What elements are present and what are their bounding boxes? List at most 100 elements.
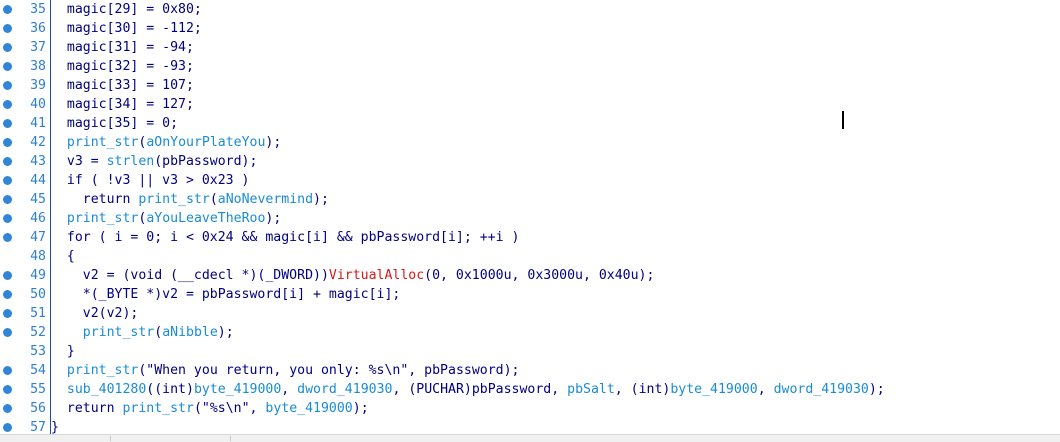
code-line[interactable]: magic[34] = 127;	[51, 95, 194, 114]
gutter-line[interactable]: 50	[0, 285, 50, 304]
gutter-line[interactable]: 55	[0, 380, 50, 399]
gutter-line[interactable]: 51	[0, 304, 50, 323]
line-number: 55	[30, 382, 46, 397]
gutter-line[interactable]: 45	[0, 190, 50, 209]
symbol-token[interactable]: print_str	[67, 363, 138, 378]
code-line[interactable]: v3 = strlen(pbPassword);	[51, 152, 258, 171]
code-line[interactable]: print_str("When you return, you only: %s…	[51, 361, 520, 380]
symbol-token[interactable]: byte_419000	[265, 401, 352, 416]
gutter-line[interactable]: 46	[0, 209, 50, 228]
code-line[interactable]: sub_401280((int)byte_419000, dword_41903…	[51, 380, 885, 399]
code-line[interactable]: for ( i = 0; i < 0x24 && magic[i] && pbP…	[51, 228, 520, 247]
breakpoint-dot-icon[interactable]	[3, 62, 12, 71]
code-line[interactable]: return print_str("%s\n", byte_419000);	[51, 399, 369, 418]
gutter-line[interactable]: 44	[0, 171, 50, 190]
breakpoint-dot-icon[interactable]	[3, 290, 12, 299]
code-area[interactable]: magic[29] = 0x80; magic[30] = -112; magi…	[51, 0, 1060, 435]
code-token: v2(v2);	[51, 306, 139, 321]
line-number-gutter[interactable]: 35 36 37 38 39 40 41 42 43 44 45 46 47 48 49 50 51 52 53 54…	[0, 0, 50, 435]
gutter-line[interactable]: 48	[0, 247, 50, 266]
breakpoint-dot-icon[interactable]	[3, 366, 12, 375]
code-line[interactable]: magic[32] = -93;	[51, 57, 194, 76]
symbol-token[interactable]: aNoNevermind	[218, 192, 313, 207]
code-line[interactable]: magic[31] = -94;	[51, 38, 194, 57]
code-line[interactable]: magic[30] = -112;	[51, 19, 202, 38]
symbol-token[interactable]: print_str	[138, 192, 209, 207]
gutter-line[interactable]: 54	[0, 361, 50, 380]
symbol-token[interactable]: print_str	[122, 401, 193, 416]
breakpoint-dot-icon[interactable]	[3, 328, 12, 337]
breakpoint-dot-icon[interactable]	[3, 81, 12, 90]
breakpoint-dot-icon[interactable]	[3, 385, 12, 394]
breakpoint-dot-icon[interactable]	[3, 138, 12, 147]
code-line[interactable]: {	[51, 247, 75, 266]
line-number: 41	[30, 116, 46, 131]
breakpoint-dot-icon[interactable]	[3, 404, 12, 413]
gutter-line[interactable]: 36	[0, 19, 50, 38]
line-number: 42	[30, 135, 46, 150]
code-line[interactable]: print_str(aYouLeaveTheRoo);	[51, 209, 281, 228]
code-token: , (int)	[614, 382, 671, 397]
symbol-token[interactable]: byte_419000	[194, 382, 281, 397]
gutter-line[interactable]: 53	[0, 342, 50, 361]
gutter-line[interactable]: 56	[0, 399, 50, 418]
code-token: , (PUCHAR)pbPassword,	[392, 382, 568, 397]
symbol-token[interactable]: aOnYourPlateYou	[146, 135, 265, 150]
gutter-line[interactable]: 52	[0, 323, 50, 342]
symbol-token[interactable]: strlen	[107, 154, 155, 169]
code-token: magic[32] = -93;	[51, 59, 194, 74]
code-token: ,	[281, 382, 298, 397]
symbol-token[interactable]: aNibble	[162, 325, 218, 340]
gutter-line[interactable]: 39	[0, 76, 50, 95]
code-line[interactable]: magic[29] = 0x80;	[51, 0, 202, 19]
code-line[interactable]: }	[51, 342, 75, 361]
breakpoint-dot-icon[interactable]	[3, 119, 12, 128]
code-line[interactable]: *(_BYTE *)v2 = pbPassword[i] + magic[i];	[51, 285, 401, 304]
gutter-line[interactable]: 41	[0, 114, 50, 133]
line-number: 48	[30, 249, 46, 264]
breakpoint-dot-icon[interactable]	[3, 309, 12, 318]
code-line[interactable]: print_str(aOnYourPlateYou);	[51, 133, 281, 152]
breakpoint-dot-icon[interactable]	[3, 195, 12, 204]
code-line[interactable]: return print_str(aNoNevermind);	[51, 190, 329, 209]
api-call-token[interactable]: VirtualAlloc	[329, 268, 424, 283]
symbol-token[interactable]: aYouLeaveTheRoo	[146, 211, 265, 226]
symbol-token[interactable]: print_str	[83, 325, 154, 340]
breakpoint-dot-icon[interactable]	[3, 176, 12, 185]
breakpoint-dot-icon[interactable]	[3, 271, 12, 280]
code-line[interactable]: magic[35] = 0;	[51, 114, 178, 133]
gutter-line[interactable]: 43	[0, 152, 50, 171]
code-line[interactable]: v2(v2);	[51, 304, 139, 323]
symbol-token[interactable]: sub_401280	[67, 382, 146, 397]
gutter-line[interactable]: 49	[0, 266, 50, 285]
symbol-token[interactable]: pbSalt	[567, 382, 615, 397]
code-line[interactable]: print_str(aNibble);	[51, 323, 234, 342]
line-number: 35	[30, 2, 46, 17]
breakpoint-dot-icon[interactable]	[3, 43, 12, 52]
gutter-line[interactable]: 47	[0, 228, 50, 247]
symbol-token[interactable]: dword_419030	[297, 382, 392, 397]
gutter-line[interactable]: 35	[0, 0, 50, 19]
symbol-token[interactable]: dword_419030	[774, 382, 869, 397]
breakpoint-dot-icon[interactable]	[3, 100, 12, 109]
breakpoint-dot-icon[interactable]	[3, 233, 12, 242]
gutter-line[interactable]: 40	[0, 95, 50, 114]
code-line[interactable]: magic[33] = 107;	[51, 76, 194, 95]
breakpoint-dot-icon[interactable]	[3, 5, 12, 14]
symbol-token[interactable]: print_str	[67, 211, 138, 226]
code-line[interactable]: v2 = (void (__cdecl *)(_DWORD))VirtualAl…	[51, 266, 655, 285]
code-token: magic[33] = 107;	[51, 78, 194, 93]
code-line[interactable]: if ( !v3 || v3 > 0x23 )	[51, 171, 250, 190]
gutter-line[interactable]: 42	[0, 133, 50, 152]
symbol-token[interactable]: print_str	[67, 135, 138, 150]
breakpoint-dot-icon[interactable]	[3, 24, 12, 33]
breakpoint-dot-icon[interactable]	[3, 423, 12, 432]
gutter-line[interactable]: 37	[0, 38, 50, 57]
breakpoint-dot-icon[interactable]	[3, 214, 12, 223]
line-number: 39	[30, 78, 46, 93]
breakpoint-dot-icon[interactable]	[3, 157, 12, 166]
symbol-token[interactable]: byte_419000	[670, 382, 757, 397]
code-token: magic[30] = -112;	[51, 21, 202, 36]
pseudocode-editor[interactable]: 35 36 37 38 39 40 41 42 43 44 45 46 47 48 49 50 51 52 53 54…	[0, 0, 1060, 435]
gutter-line[interactable]: 38	[0, 57, 50, 76]
